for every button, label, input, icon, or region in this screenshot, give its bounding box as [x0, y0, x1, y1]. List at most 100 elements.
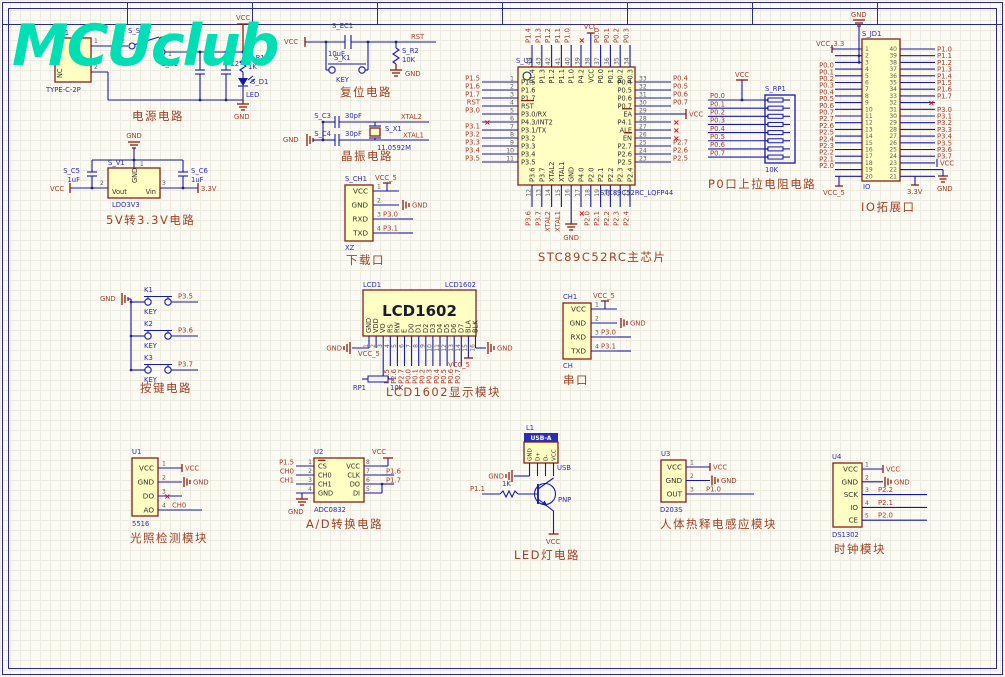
caption: LCD1602显示模块 [386, 385, 501, 399]
clock-module[interactable]: U4 VCC 1 VCC VCC VCC GND 2 GND [818, 438, 983, 560]
gnd-label: GND [851, 11, 867, 19]
vcc-label: VCC [546, 538, 560, 546]
pin-number: 34 [624, 57, 631, 65]
pin-name: P4.1 [618, 119, 632, 127]
net-label: P2.1 [593, 211, 601, 226]
gnd-label: GND [283, 136, 299, 144]
pin-number: 3 [308, 477, 312, 484]
pin-number: 4 [595, 344, 599, 351]
led-circuit[interactable]: L1 USB-A GND D+ D- VCC GND USB P1.1 1K P… [468, 418, 603, 566]
pir-sensor-module[interactable]: U3 VCC 1 VCC VCC VCC GND 2 GND [648, 438, 803, 538]
lcd1602-module[interactable]: LCD1 LCD1602 LCD1602 GND 1 VDD 2 VO 3 RS… [326, 278, 513, 406]
pin-number: 22 [624, 189, 631, 197]
pin-name: P2.7 [618, 143, 632, 151]
pin-name: P2.5 [618, 159, 632, 167]
key-row[interactable]: K3 KEY P3.7 [131, 354, 198, 384]
value: 10K [765, 166, 779, 174]
pin-number: 1 [363, 344, 370, 348]
pin-name: P1.7 [521, 95, 535, 103]
net-label: P1.7 [386, 477, 401, 485]
gnd-label: GND [326, 345, 342, 353]
caption: 下载口 [346, 253, 385, 267]
net-label: P2.1 [878, 499, 893, 507]
net-label: P1.4 [525, 28, 533, 43]
pin-name: RST [521, 103, 535, 111]
io-expansion-port[interactable]: GND VCC_3.3 S_JD1 1 2 3 4 P0.0 5 P0.1 6 … [815, 5, 1005, 220]
net-label: P1.1 [554, 28, 562, 43]
pin-number: 4 [162, 503, 166, 510]
vcc-label: VCC [372, 448, 386, 456]
net-label: VCC [940, 159, 954, 167]
caption: A/D转换电路 [306, 517, 383, 531]
pin-name: OUT [667, 490, 683, 499]
reset-circuit[interactable]: VCC S_EC1 10uF S_K1 KEY S_R2 10K GND RST… [278, 18, 458, 102]
value: 1uF [67, 176, 80, 184]
pin-number: 31 [639, 92, 647, 99]
pin-name: P0.1 [607, 69, 615, 83]
pin-name: P3.7 [538, 168, 546, 182]
p0-pullup-circuit[interactable]: VCC S_RP1 10K P0.0 P0.1 P0.2 P0.3 P0.4 P… [698, 58, 833, 198]
pin-number: 16 [565, 189, 572, 197]
pin-number: 13 [535, 189, 542, 197]
resistor [767, 105, 784, 111]
pin-name: GND [568, 167, 576, 182]
net-label: CH0 [172, 502, 186, 510]
download-port[interactable]: S_CH1 VCC 1 VCC_5 VCC_5 VCC_5 GND [328, 168, 478, 270]
pin-name: VCC [346, 463, 360, 471]
pin-number: 21 [889, 173, 897, 180]
designator: S_R2 [402, 47, 419, 55]
net-label: P1.0 [706, 486, 721, 494]
pin-number: 4 [384, 344, 391, 348]
pin-number: 15 [555, 189, 562, 197]
pin-number: 2 [370, 344, 377, 348]
net-label: P3.0 [601, 329, 616, 337]
resistor [767, 97, 784, 103]
pin-name: CS [318, 463, 327, 471]
part-number: D203S [660, 506, 683, 514]
no-connect-marker: × [164, 492, 171, 501]
value: 1K [502, 480, 511, 488]
net-label: P2.2 [878, 486, 893, 494]
pin-name: BLK [472, 320, 480, 333]
net-label: P3.4 [465, 147, 480, 155]
key-circuit[interactable]: GND K1 KEY P3.5 K2 KEY P3.6 K3 KEY P3.7 … [98, 268, 263, 400]
light-sensor-module[interactable]: U1 VCC 1 VCC × VCC VCC GND 2 GND [118, 438, 263, 550]
pin-number: 11 [506, 156, 514, 163]
pin-number: 23 [639, 156, 647, 163]
caption: P0口上拉电阻电路 [708, 177, 816, 191]
pin-number: 6 [398, 344, 405, 348]
pin-number: 7 [405, 344, 412, 348]
key-row[interactable]: K1 KEY P3.5 [131, 286, 198, 316]
serial-port[interactable]: CH1 VCC 1 VCC_5 VCC_5 VCC_5 GND [543, 283, 693, 391]
pin-number: 1 [377, 184, 381, 191]
value: KEY [336, 76, 350, 84]
pin-number: 6 [366, 477, 370, 484]
pin-number: 5 [510, 108, 514, 115]
pin-number: 3 [377, 212, 381, 219]
pin-name: P4.0 [578, 168, 586, 182]
transistor-type: PNP [558, 496, 571, 504]
pin-number: 2 [308, 468, 312, 475]
pin-name: P0.5 [618, 87, 632, 95]
resistor-pack-body[interactable] [764, 94, 796, 164]
key-row[interactable]: K2 KEY P3.6 [131, 320, 198, 350]
gnd-label: GND [234, 113, 250, 121]
pin-name: P3.4 [521, 151, 535, 159]
ldo-3v3-circuit[interactable]: GND S_V1 GND Vout Vin LDO3V3 1 2 3 VCC 3… [50, 128, 280, 232]
pin-number: 4 [510, 100, 514, 107]
pin-name: P3.0/RX [521, 111, 547, 119]
pin-name: RXD [571, 333, 587, 342]
gnd-label: GND [405, 70, 421, 78]
mcu-stc89c52[interactable]: S_U1 STC89C52RC_LQFP44 1 P1.5 P1.5 × 2 P… [448, 8, 718, 270]
net-label: P2.0 [819, 162, 834, 170]
pin-number: 14 [455, 344, 462, 352]
svg-text:GND: GND [193, 479, 209, 487]
net-label: P1.0 [564, 28, 572, 43]
pin-number: 1 [162, 461, 166, 468]
net-label: P3.0 [465, 107, 480, 115]
adc-circuit[interactable]: U2 CS 1 P1.5 CH0 2 CH0 CH1 3 CH1 GND 4 V… [278, 438, 428, 538]
net-label: VCC_5 [358, 350, 380, 358]
pin-number: 42 [545, 57, 552, 65]
pin-name: P1.3 [538, 69, 546, 83]
schematic-sheet[interactable]: MCUclub S_J1 TYPE-C-2P NC NC 1 2 S_SW1 2… [0, 0, 1005, 677]
